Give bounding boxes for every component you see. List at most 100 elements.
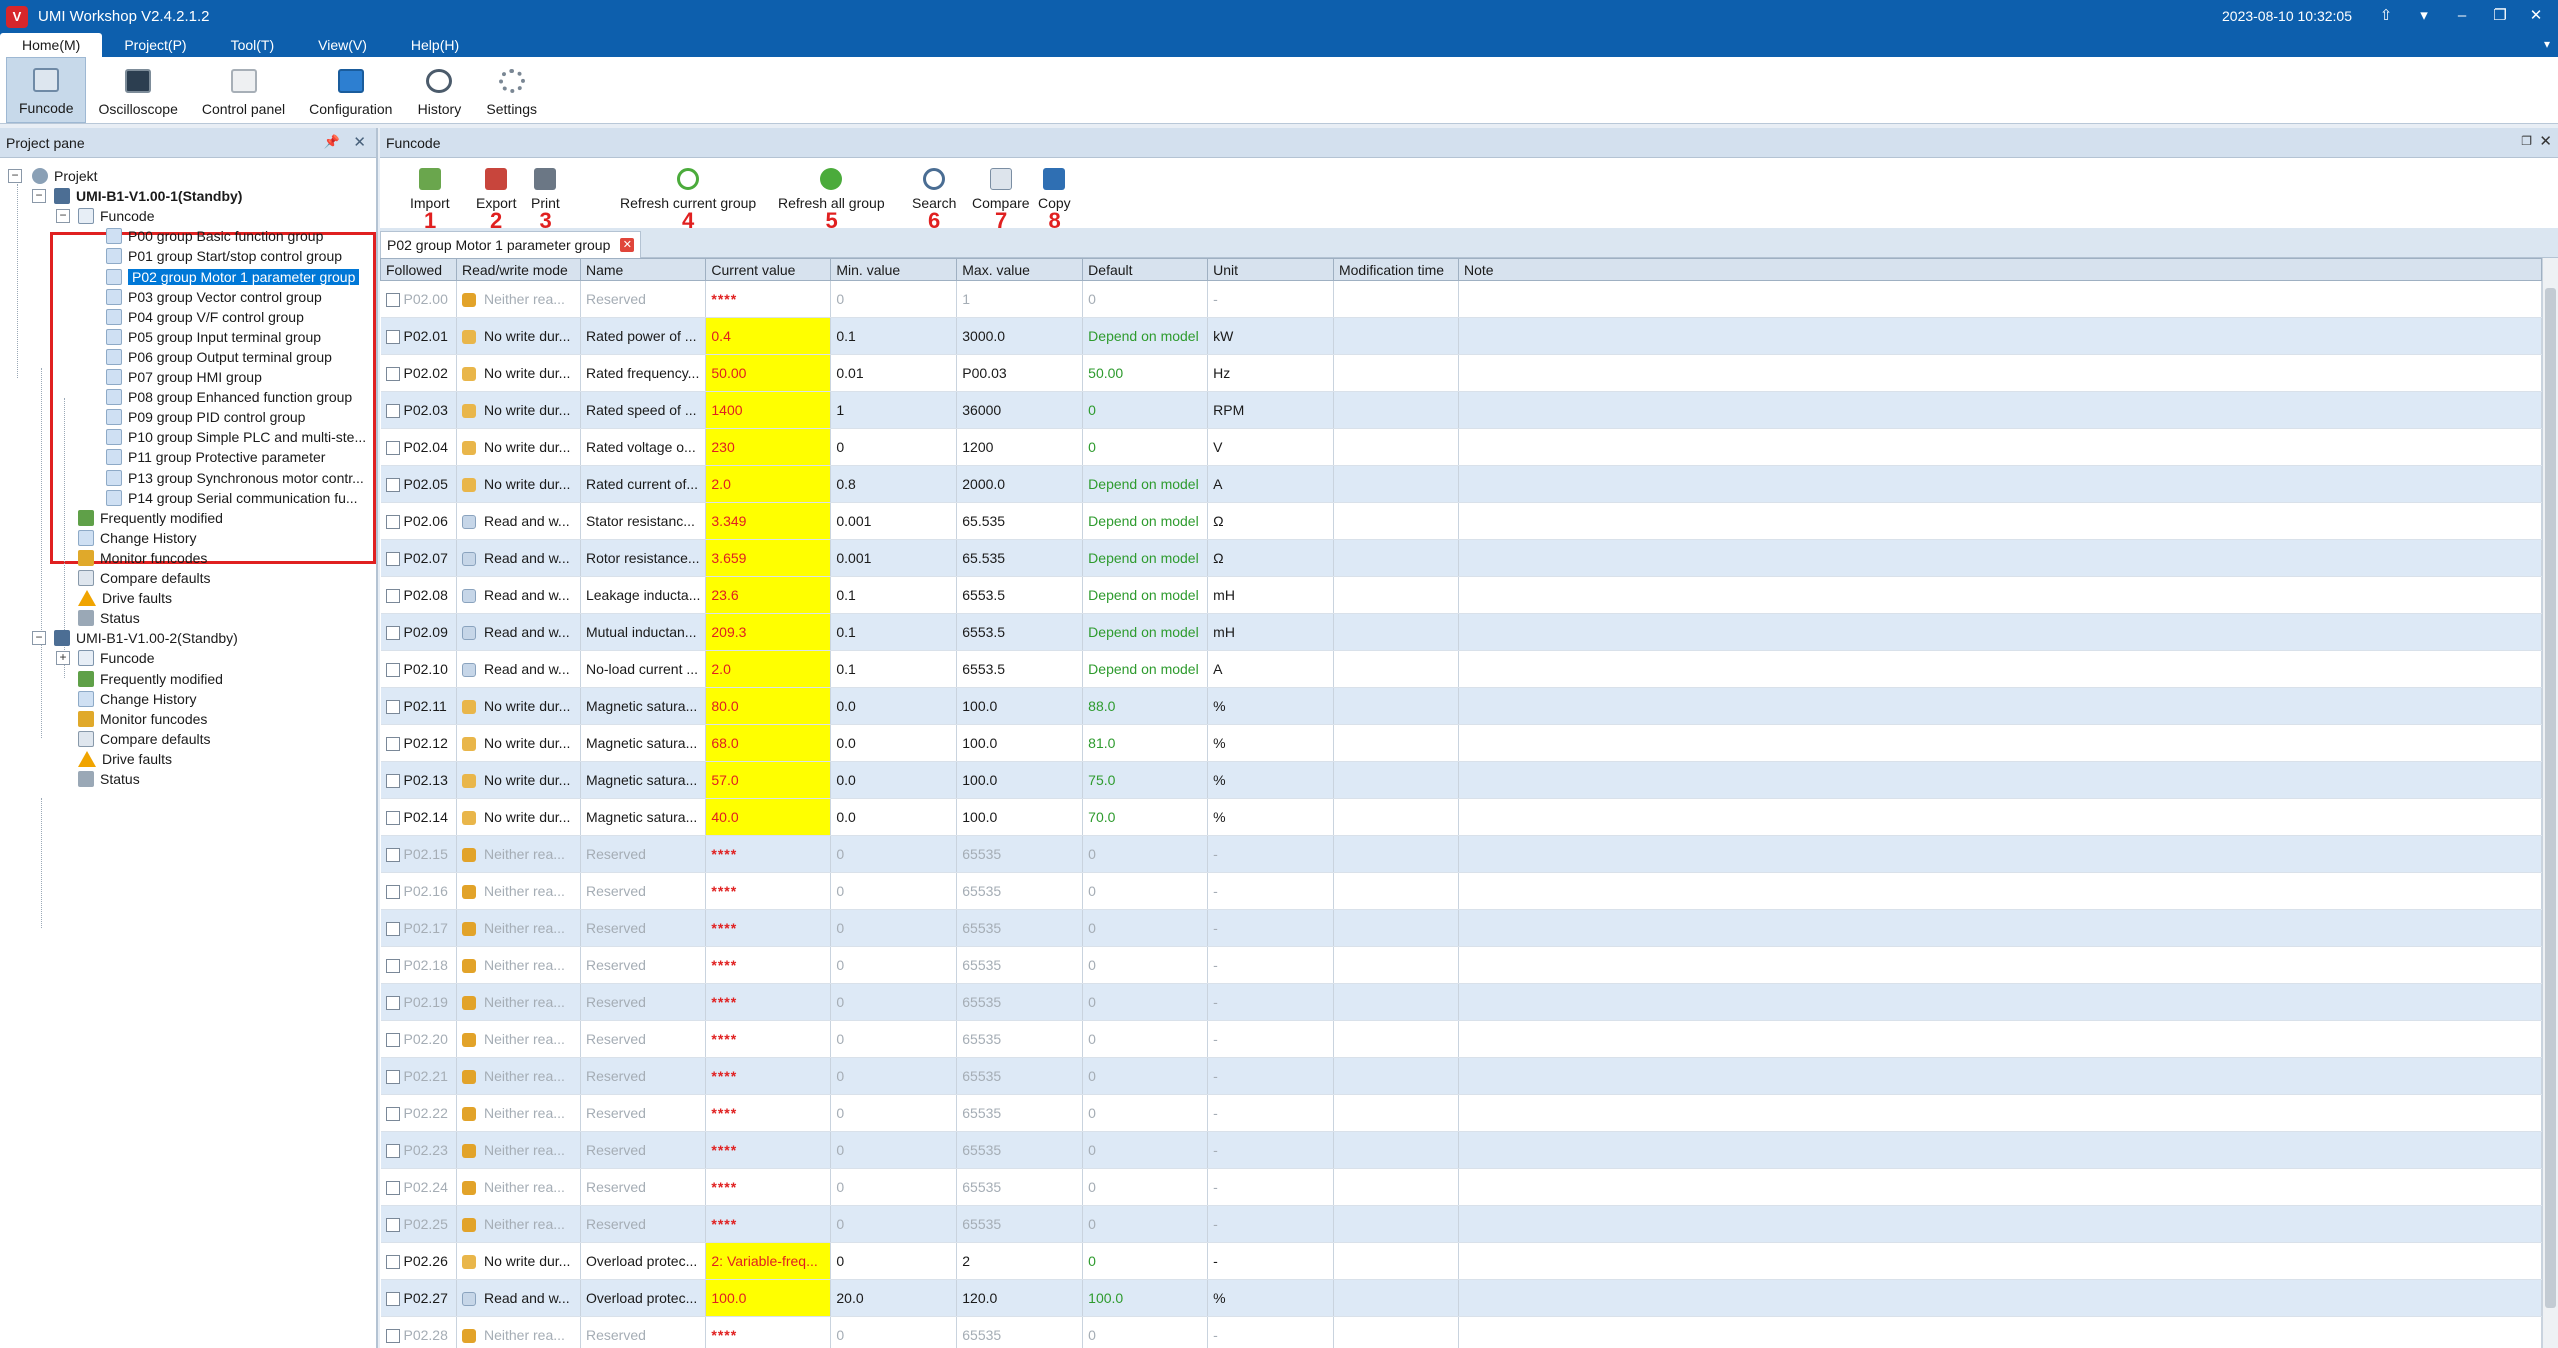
follow-checkbox[interactable] [385, 589, 400, 604]
current-value-cell[interactable]: 68.0 [705, 724, 832, 762]
column-header[interactable]: Current value [705, 258, 832, 281]
table-row[interactable]: P02.21 Neither rea... Reserved **** 0 65535 0- [380, 1057, 2542, 1095]
menu-help[interactable]: Help(H) [389, 33, 481, 57]
followed-cell[interactable]: P02.02 [380, 354, 457, 392]
toolbar-print-button[interactable]: Print [531, 168, 560, 211]
follow-checkbox[interactable] [385, 404, 400, 419]
current-value-cell[interactable]: **** [705, 1205, 832, 1243]
menu-project[interactable]: Project(P) [102, 33, 208, 57]
table-row[interactable]: P02.13 No write dur... Magnetic satura... 5… [380, 761, 2542, 799]
current-value-cell[interactable]: **** [705, 1057, 832, 1095]
tree-device-2[interactable]: UMI-B1-V1.00-2(Standby) [54, 628, 238, 648]
follow-checkbox[interactable] [385, 922, 400, 937]
scrollbar-thumb[interactable] [2545, 288, 2556, 1308]
table-row[interactable]: P02.16 Neither rea... Reserved **** 0 65535 0- [380, 872, 2542, 910]
tree-group-p03[interactable]: P03 group Vector control group [106, 287, 322, 307]
ribbon-control-panel-button[interactable]: Control panel [190, 57, 297, 123]
tree-group-p02[interactable]: P02 group Motor 1 parameter group [106, 267, 360, 287]
current-value-cell[interactable]: **** [705, 909, 832, 947]
tree-group-p11[interactable]: P11 group Protective parameter [106, 447, 325, 467]
menu-home[interactable]: Home(M) [0, 33, 103, 57]
followed-cell[interactable]: P02.24 [380, 1168, 457, 1206]
followed-cell[interactable]: P02.03 [380, 391, 457, 429]
current-value-cell[interactable]: 209.3 [705, 613, 832, 651]
current-value-cell[interactable]: 57.0 [705, 761, 832, 799]
close-tab-icon[interactable]: ✕ [620, 238, 635, 252]
current-value-cell[interactable]: 3.659 [705, 539, 832, 577]
tree-item-dev2-0[interactable]: Frequently modified [78, 669, 223, 689]
current-value-cell[interactable]: **** [705, 1020, 832, 1058]
ribbon-configuration-button[interactable]: Configuration [297, 57, 404, 123]
table-row[interactable]: P02.09 Read and w... Mutual inductan... 209… [380, 613, 2542, 651]
table-row[interactable]: P02.19 Neither rea... Reserved **** 0 65535 0- [380, 983, 2542, 1021]
follow-checkbox[interactable] [385, 1107, 400, 1122]
table-row[interactable]: P02.25 Neither rea... Reserved **** 0 65535 0- [380, 1205, 2542, 1243]
column-header[interactable]: Max. value [956, 258, 1084, 281]
current-value-cell[interactable]: **** [705, 872, 832, 910]
table-row[interactable]: P02.14 No write dur... Magnetic satura... 4… [380, 798, 2542, 836]
column-header[interactable]: Name [579, 258, 707, 281]
tree-item-0[interactable]: Frequently modified [78, 508, 223, 528]
followed-cell[interactable]: P02.12 [380, 724, 457, 762]
follow-checkbox[interactable] [385, 1144, 400, 1159]
follow-checkbox[interactable] [385, 1033, 400, 1048]
current-value-cell[interactable]: 0.4 [705, 317, 832, 355]
table-row[interactable]: P02.01 No write dur... Rated power of ... 0… [380, 317, 2542, 355]
tree-expander-icon[interactable]: + [56, 651, 70, 666]
followed-cell[interactable]: P02.07 [380, 539, 457, 577]
toolbar-search-button[interactable]: Search [912, 168, 956, 211]
table-row[interactable]: P02.15 Neither rea... Reserved **** 0 65535 0- [380, 835, 2542, 873]
menu-toggle-icon[interactable]: ▾ [2408, 4, 2440, 28]
follow-checkbox[interactable] [385, 515, 400, 530]
followed-cell[interactable]: P02.00 [380, 280, 457, 318]
column-header[interactable]: Read/write mode [455, 258, 581, 281]
minimize-button[interactable]: – [2446, 4, 2478, 28]
current-value-cell[interactable]: **** [705, 1131, 832, 1169]
follow-checkbox[interactable] [385, 1292, 400, 1307]
tree-group-p14[interactable]: P14 group Serial communication fu... [106, 488, 358, 508]
pin-icon[interactable]: 📌 [324, 134, 340, 150]
table-row[interactable]: P02.20 Neither rea... Reserved **** 0 65535 0- [380, 1020, 2542, 1058]
tree-device-1[interactable]: UMI-B1-V1.00-1(Standby) [54, 186, 242, 206]
table-row[interactable]: P02.07 Read and w... Rotor resistance... 3.… [380, 539, 2542, 577]
table-row[interactable]: P02.10 Read and w... No-load current ... 2.… [380, 650, 2542, 688]
restore-button[interactable]: ❐ [2484, 4, 2516, 28]
tree-group-p08[interactable]: P08 group Enhanced function group [106, 387, 352, 407]
table-row[interactable]: P02.23 Neither rea... Reserved **** 0 65535 0- [380, 1131, 2542, 1169]
follow-checkbox[interactable] [385, 330, 400, 345]
current-value-cell[interactable]: 2.0 [705, 465, 832, 503]
followed-cell[interactable]: P02.14 [380, 798, 457, 836]
tree-item-2[interactable]: Monitor funcodes [78, 548, 207, 568]
skin-icon[interactable]: ⇧ [2370, 4, 2402, 28]
column-header[interactable]: Followed [380, 258, 457, 281]
follow-checkbox[interactable] [385, 885, 400, 900]
toolbar-refresh-current-group-button[interactable]: Refresh current group [620, 168, 756, 211]
current-value-cell[interactable]: 40.0 [705, 798, 832, 836]
current-value-cell[interactable]: **** [705, 1168, 832, 1206]
follow-checkbox[interactable] [385, 811, 400, 826]
tree-funcode-2[interactable]: Funcode [78, 648, 154, 668]
followed-cell[interactable]: P02.08 [380, 576, 457, 614]
current-value-cell[interactable]: **** [705, 1316, 832, 1348]
table-row[interactable]: P02.27 Read and w... Overload protec... 100… [380, 1279, 2542, 1317]
current-value-cell[interactable]: **** [705, 983, 832, 1021]
current-value-cell[interactable]: 2: Variable-freq... [705, 1242, 832, 1280]
current-value-cell[interactable]: **** [705, 946, 832, 984]
tree-item-3[interactable]: Compare defaults [78, 568, 211, 588]
followed-cell[interactable]: P02.16 [380, 872, 457, 910]
follow-checkbox[interactable] [385, 959, 400, 974]
table-row[interactable]: P02.17 Neither rea... Reserved **** 0 65535 0- [380, 909, 2542, 947]
tree-group-p05[interactable]: P05 group Input terminal group [106, 327, 321, 347]
tree-item-dev2-5[interactable]: Status [78, 769, 140, 789]
current-value-cell[interactable]: 50.00 [705, 354, 832, 392]
followed-cell[interactable]: P02.09 [380, 613, 457, 651]
tree-group-p04[interactable]: P04 group V/F control group [106, 307, 304, 327]
maximize-icon[interactable]: ❐ [2521, 134, 2532, 148]
ribbon-history-button[interactable]: History [404, 57, 474, 123]
table-row[interactable]: P02.22 Neither rea... Reserved **** 0 65535 0- [380, 1094, 2542, 1132]
table-row[interactable]: P02.28 Neither rea... Reserved **** 0 65535 0- [380, 1316, 2542, 1348]
menu-tool[interactable]: Tool(T) [209, 33, 297, 57]
ribbon-settings-button[interactable]: Settings [474, 57, 549, 123]
current-value-cell[interactable]: **** [705, 1094, 832, 1132]
close-button[interactable]: ✕ [2520, 4, 2552, 28]
